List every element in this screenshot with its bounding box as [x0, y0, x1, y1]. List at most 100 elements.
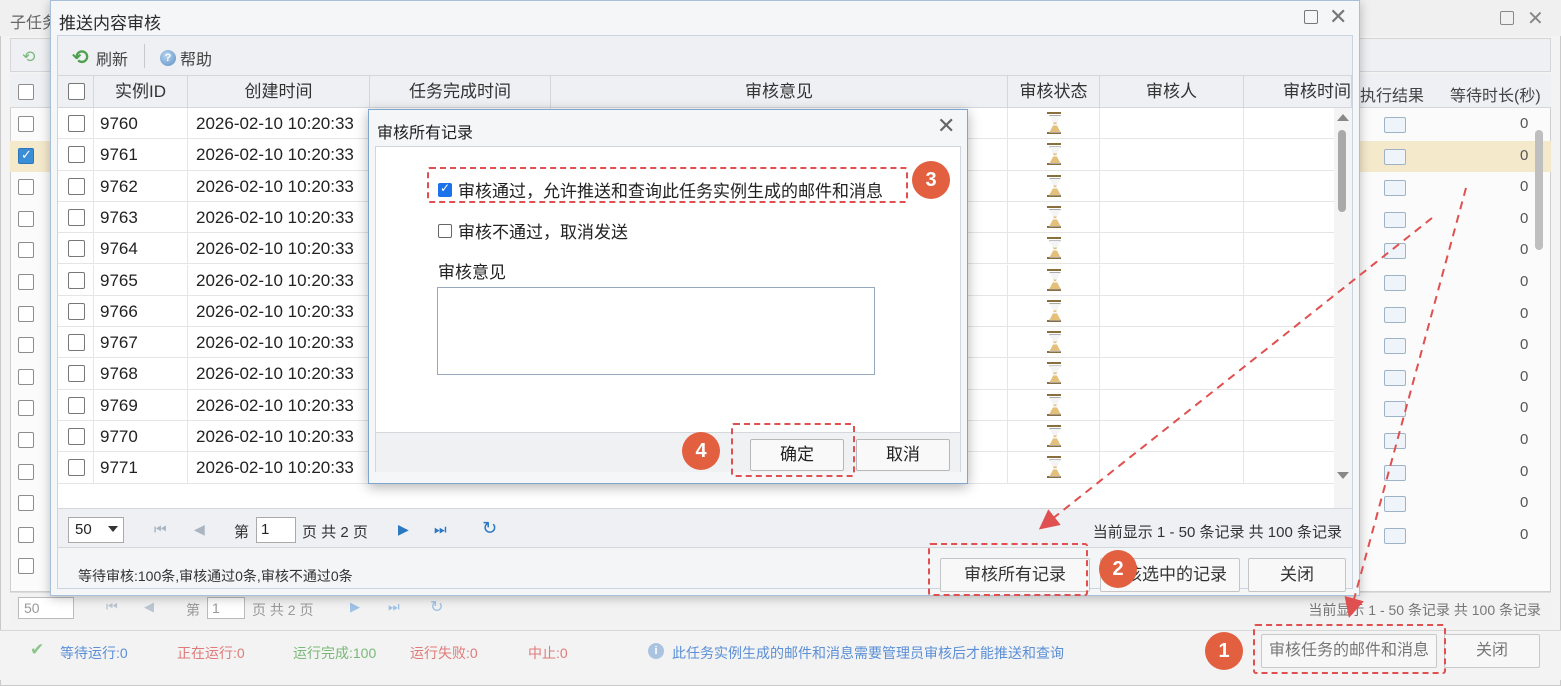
background-row-checkbox[interactable] [18, 432, 34, 448]
reload-icon[interactable]: ↻ [430, 597, 443, 617]
row-checkbox[interactable] [68, 459, 85, 477]
mail-icon[interactable] [1384, 338, 1406, 355]
mail-icon[interactable] [1384, 180, 1406, 197]
first-page-icon[interactable]: ⏮ [154, 521, 167, 538]
last-page-icon[interactable]: ⏭ [388, 599, 400, 615]
row-checkbox[interactable] [68, 271, 85, 289]
background-page-size-select[interactable]: 50 [18, 597, 74, 619]
mail-icon[interactable] [1384, 401, 1406, 418]
column-completed-time[interactable]: 任务完成时间 [370, 76, 551, 108]
mail-icon[interactable] [1384, 306, 1406, 323]
background-row-checkbox[interactable] [18, 274, 34, 290]
mail-icon[interactable] [1384, 211, 1406, 228]
background-row-checkbox[interactable] [18, 210, 34, 227]
background-row-checkbox[interactable] [18, 463, 34, 480]
row-checkbox[interactable] [68, 334, 85, 352]
column-opinion[interactable]: 审核意见 [551, 76, 1008, 108]
page-number-input[interactable]: 1 [256, 517, 296, 543]
cell-created-time: 2026-02-10 10:20:33 [188, 452, 370, 484]
refresh-button[interactable]: 刷新 [72, 45, 129, 70]
background-close-button[interactable]: 关闭 [1444, 634, 1540, 668]
row-checkbox[interactable] [68, 177, 85, 195]
background-row-checkbox[interactable] [18, 305, 34, 322]
first-page-icon[interactable]: ⏮ [106, 599, 118, 615]
mail-icon[interactable] [1384, 243, 1406, 260]
reject-option[interactable]: 审核不通过，取消发送 [438, 218, 628, 243]
refresh-label: 刷新 [96, 52, 129, 69]
vertical-scrollbar[interactable] [1334, 108, 1352, 508]
background-row-checkbox[interactable] [18, 368, 34, 385]
row-checkbox-cell [58, 358, 94, 390]
background-row-checkbox[interactable] [18, 495, 34, 512]
column-wait-time[interactable]: 等待时长(秒) [1450, 82, 1541, 106]
prev-page-icon[interactable]: ◀ [144, 599, 154, 615]
cell-created-time: 2026-02-10 10:20:33 [188, 421, 370, 452]
background-row-checkbox[interactable] [18, 558, 34, 575]
scroll-down-icon[interactable] [1337, 472, 1349, 479]
cell-status [1008, 358, 1100, 390]
last-page-icon[interactable]: ⏭ [434, 521, 447, 538]
mail-icon[interactable] [1384, 369, 1406, 386]
close-icon[interactable]: ✕ [1329, 4, 1347, 30]
next-page-icon[interactable]: ▶ [350, 599, 360, 615]
row-checkbox[interactable] [68, 428, 85, 445]
background-row-checkbox[interactable] [18, 526, 34, 543]
cell-reviewer [1100, 421, 1244, 452]
column-instance-id[interactable]: 实例ID [94, 76, 188, 108]
close-icon[interactable]: ✕ [1527, 6, 1544, 31]
select-all-checkbox[interactable] [68, 83, 85, 100]
background-page-input[interactable]: 1 [207, 597, 245, 619]
cell-reviewer [1100, 452, 1244, 484]
background-row-checkbox[interactable] [18, 116, 34, 132]
background-row-checkbox[interactable] [18, 147, 34, 164]
prev-page-icon[interactable]: ◀ [194, 521, 205, 538]
page-size-select[interactable]: 50 [68, 517, 124, 543]
reload-icon[interactable]: ↻ [482, 518, 497, 539]
row-checkbox[interactable] [68, 146, 85, 164]
column-reviewer[interactable]: 审核人 [1100, 76, 1244, 108]
maximize-icon[interactable] [1304, 10, 1318, 24]
refresh-icon[interactable]: ⟲ [22, 47, 35, 67]
background-row-checkbox[interactable] [18, 400, 34, 417]
page-prefix: 第 [234, 524, 250, 541]
mail-icon[interactable] [1384, 496, 1406, 513]
cancel-button[interactable]: 取消 [856, 439, 950, 471]
mail-icon[interactable] [1384, 433, 1406, 449]
row-checkbox-cell [58, 452, 94, 484]
background-row-checkbox[interactable] [18, 179, 34, 196]
row-checkbox[interactable] [68, 365, 85, 383]
hourglass-icon [1045, 268, 1063, 291]
opinion-textarea[interactable] [437, 287, 875, 375]
column-review-time[interactable]: 审核时间 [1244, 76, 1352, 108]
background-row-checkbox[interactable] [18, 337, 34, 354]
next-page-icon[interactable]: ▶ [398, 521, 409, 538]
maximize-icon[interactable] [1500, 11, 1514, 25]
row-checkbox[interactable] [68, 396, 85, 414]
background-scroll-thumb[interactable] [1535, 130, 1543, 250]
row-checkbox[interactable] [68, 240, 85, 258]
mail-icon[interactable] [1384, 148, 1406, 165]
mail-icon[interactable] [1384, 275, 1406, 291]
background-select-all-checkbox[interactable] [18, 84, 34, 100]
close-icon[interactable]: ✕ [937, 113, 955, 139]
scroll-thumb[interactable] [1338, 130, 1346, 212]
close-button[interactable]: 关闭 [1248, 558, 1346, 592]
row-checkbox[interactable] [68, 208, 85, 226]
hourglass-icon [1045, 331, 1063, 354]
row-checkbox[interactable] [68, 302, 85, 320]
reject-label: 审核不通过，取消发送 [458, 223, 628, 242]
reject-checkbox[interactable] [438, 223, 452, 238]
mail-icon[interactable] [1384, 464, 1406, 481]
help-button[interactable]: ? 帮助 [160, 46, 212, 70]
wait-time-value: 0 [1520, 462, 1529, 480]
column-status[interactable]: 审核状态 [1008, 76, 1100, 108]
wait-time-value: 0 [1520, 209, 1529, 227]
row-checkbox[interactable] [68, 115, 85, 132]
background-row-checkbox[interactable] [18, 242, 34, 259]
column-created-time[interactable]: 创建时间 [188, 76, 370, 108]
mail-icon[interactable] [1384, 117, 1406, 133]
column-exec-result[interactable]: 执行结果 [1360, 82, 1424, 106]
scroll-up-icon[interactable] [1337, 114, 1349, 121]
cell-created-time: 2026-02-10 10:20:33 [188, 139, 370, 171]
mail-icon[interactable] [1384, 527, 1406, 544]
